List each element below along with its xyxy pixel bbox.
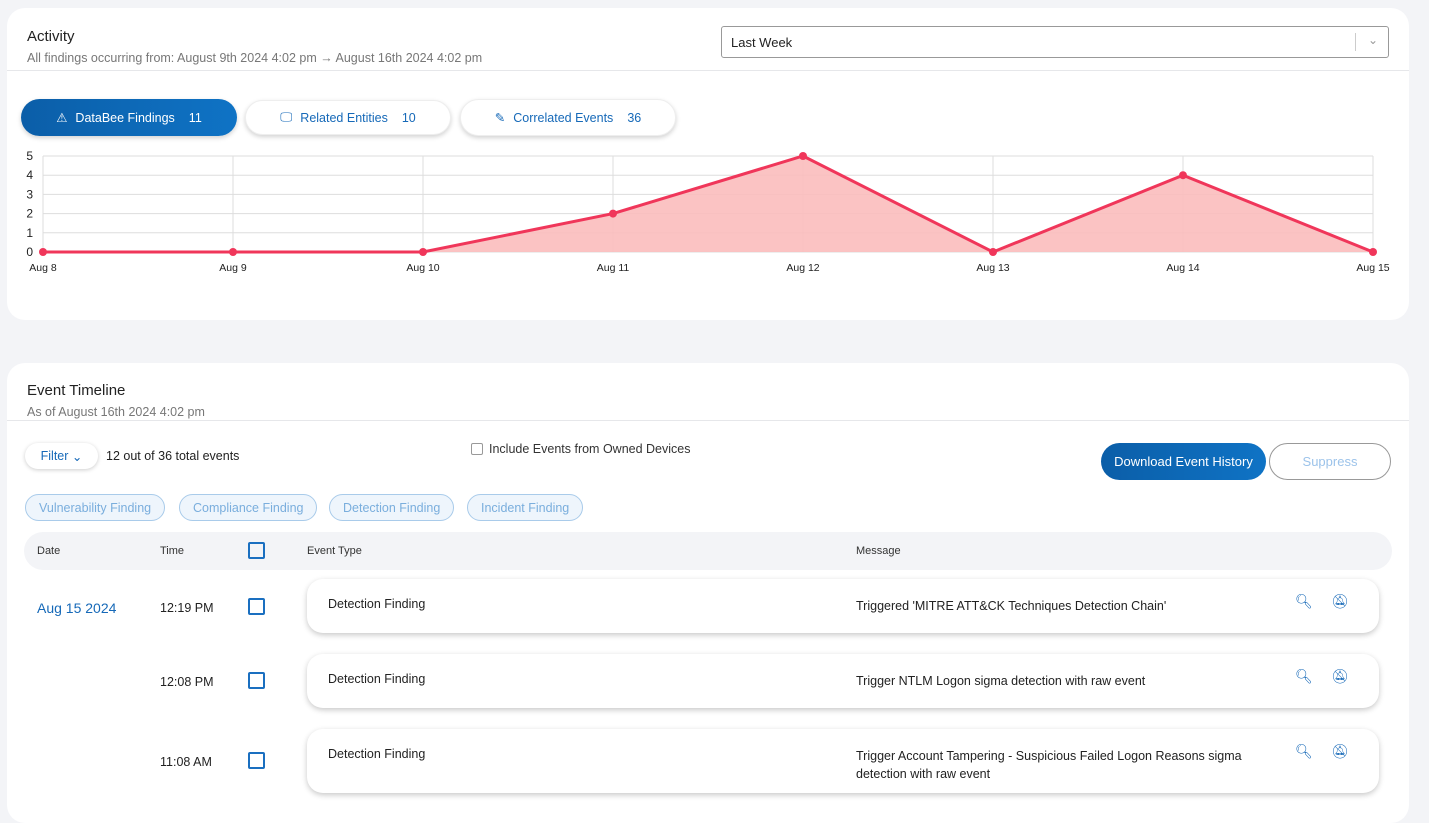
data-point (1179, 171, 1187, 180)
event-type: Detection Finding (328, 747, 426, 761)
table-header: Date Time Event Type Message (24, 532, 1392, 570)
timeline-title: Event Timeline (27, 382, 126, 399)
pencil-icon: ✎ (494, 111, 506, 125)
chip-vulnerability-finding[interactable]: Vulnerability Finding (25, 494, 166, 521)
filter-button[interactable]: Filter ⌄ (25, 443, 98, 469)
tab-count: 36 (627, 110, 642, 125)
activity-title: Activity (27, 28, 75, 45)
select-all-checkbox[interactable] (248, 542, 265, 559)
data-point (39, 248, 47, 256)
column-date: Date (37, 545, 61, 557)
event-type: Detection Finding (328, 672, 426, 686)
row-checkbox[interactable] (248, 752, 265, 769)
x-tick-label: Aug 12 (786, 262, 819, 274)
x-tick-label: Aug 9 (219, 262, 247, 274)
include-owned-label: Include Events from Owned Devices (489, 442, 691, 456)
x-tick-label: Aug 11 (597, 262, 630, 274)
activity-subtitle: All findings occurring from: August 9th … (27, 51, 483, 65)
chevron-down-icon: ⌄ (71, 449, 83, 464)
row-time: 12:19 PM (160, 601, 214, 615)
monitor-icon: 🖵 (280, 110, 293, 124)
download-event-history-button[interactable]: Download Event History (1101, 443, 1266, 480)
timeline-subtitle: As of August 16th 2024 4:02 pm (27, 405, 205, 419)
tab-label: Related Entities (300, 110, 388, 125)
chip-incident-finding[interactable]: Incident Finding (467, 494, 584, 521)
tab-count: 11 (188, 110, 202, 125)
y-tick-label: 3 (26, 187, 33, 201)
data-point (419, 248, 427, 256)
warning-icon: ⚠ (56, 111, 68, 125)
y-tick-label: 4 (26, 168, 33, 182)
suppress-button[interactable]: Suppress (1269, 443, 1391, 480)
data-point (989, 248, 997, 256)
x-tick-label: Aug 10 (406, 262, 439, 274)
event-count: 12 out of 36 total events (106, 449, 240, 463)
tab-databee-findings[interactable]: ⚠ DataBee Findings 11 (21, 99, 237, 136)
event-timeline-card: Event Timeline As of August 16th 2024 4:… (7, 363, 1409, 823)
tab-related-entities[interactable]: 🖵 Related Entities 10 (245, 100, 451, 135)
row-checkbox[interactable] (248, 672, 265, 689)
x-tick-label: Aug 15 (1356, 262, 1389, 274)
x-tick-label: Aug 14 (1166, 262, 1199, 274)
date-group[interactable]: Aug 15 2024 (37, 600, 116, 616)
table-row[interactable]: Detection Finding Triggered 'MITRE ATT&C… (307, 579, 1379, 633)
include-owned-checkbox[interactable] (471, 443, 483, 455)
search-icon[interactable]: 🔍︎ (1295, 593, 1313, 610)
row-checkbox[interactable] (248, 598, 265, 615)
x-tick-label: Aug 13 (976, 262, 1009, 274)
chip-compliance-finding[interactable]: Compliance Finding (179, 494, 318, 521)
column-time: Time (160, 545, 185, 557)
search-icon[interactable]: 🔍︎ (1295, 668, 1313, 685)
chip-detection-finding[interactable]: Detection Finding (329, 494, 455, 521)
event-message: Trigger Account Tampering - Suspicious F… (856, 749, 1242, 781)
filter-label: Filter (40, 449, 69, 463)
bell-off-icon[interactable]: 🔕︎ (1331, 593, 1349, 610)
search-icon[interactable]: 🔍︎ (1295, 743, 1313, 760)
tab-correlated-events[interactable]: ✎ Correlated Events 36 (460, 99, 676, 136)
row-time: 12:08 PM (160, 675, 214, 689)
data-point (799, 152, 807, 160)
x-tick-label: Aug 8 (29, 262, 57, 274)
event-message: Trigger NTLM Logon sigma detection with … (856, 674, 1146, 688)
tab-label: Correlated Events (513, 110, 614, 125)
findings-chart: 0 1 2 3 4 5 Aug 8 Aug 9 Aug 10 Aug 11 Aug 12 Aug 13… (26, 149, 1389, 274)
data-point (229, 248, 237, 256)
chevron-down-icon: ⌄ (1367, 33, 1378, 47)
data-point (1369, 248, 1377, 256)
tab-count: 10 (401, 110, 416, 125)
bell-off-icon[interactable]: 🔕︎ (1331, 668, 1349, 685)
table-row[interactable]: Detection Finding Trigger Account Tamper… (307, 729, 1379, 793)
range-value: Last Week (731, 35, 793, 50)
row-time: 11:08 AM (160, 755, 212, 769)
area-fill (43, 156, 1373, 252)
column-event-type: Event Type (307, 545, 362, 557)
event-message: Triggered 'MITRE ATT&CK Techniques Detec… (856, 599, 1167, 613)
y-tick-label: 2 (26, 207, 33, 221)
y-tick-label: 0 (26, 245, 33, 259)
data-point (609, 209, 617, 218)
table-row[interactable]: Detection Finding Trigger NTLM Logon sig… (307, 654, 1379, 708)
y-tick-label: 1 (26, 226, 33, 240)
y-tick-label: 5 (26, 149, 33, 163)
range-select[interactable]: Last Week ⌄ (721, 26, 1389, 58)
column-message: Message (856, 545, 901, 557)
tab-label: DataBee Findings (75, 110, 175, 125)
event-type: Detection Finding (328, 597, 426, 611)
bell-off-icon[interactable]: 🔕︎ (1331, 743, 1349, 760)
